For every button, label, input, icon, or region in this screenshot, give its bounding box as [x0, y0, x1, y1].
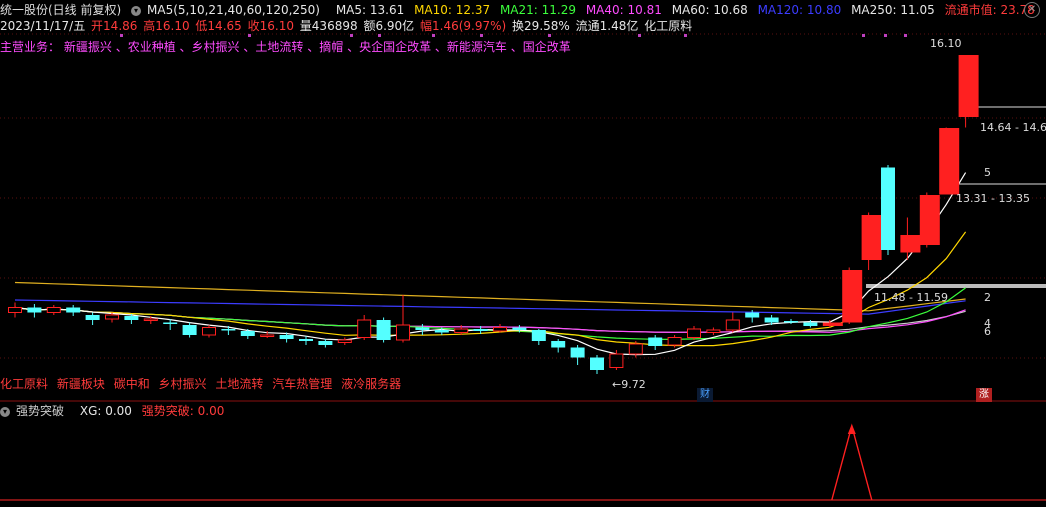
- candle-body: [260, 334, 275, 337]
- candle-body: [46, 307, 61, 313]
- concepts-row: 化工原料 新疆板块 碳中和 乡村振兴 土地流转 汽车热管理 液冷服务器: [0, 376, 406, 392]
- candle-body: [958, 55, 979, 117]
- marker-dot: [904, 34, 907, 37]
- candle-body: [221, 329, 236, 331]
- candle-body: [822, 322, 843, 326]
- concept-tag[interactable]: 土地流转: [215, 377, 263, 391]
- range-label-2: 13.31 - 13.35: [956, 192, 1030, 205]
- candle-body: [124, 316, 139, 320]
- candle-body: [531, 330, 546, 341]
- kline-chart[interactable]: [0, 0, 1046, 507]
- candle-body: [570, 347, 585, 358]
- candle-body: [434, 330, 449, 333]
- high-price-label: 16.10: [930, 37, 962, 50]
- candle-body: [415, 327, 430, 330]
- tag-5: 5: [984, 166, 991, 179]
- indicator-header: ▾ 强势突破 XG: 0.00 强势突破: 0.00: [0, 403, 230, 419]
- candle-body: [202, 327, 216, 336]
- candle-body: [919, 195, 940, 245]
- tag-6: 6: [984, 325, 991, 338]
- candle-body: [764, 317, 779, 323]
- candle-body: [648, 337, 663, 346]
- candle-body: [376, 320, 391, 340]
- ma120-line: [14, 299, 966, 315]
- concept-tag[interactable]: 乡村振兴: [159, 377, 207, 391]
- low-price-value: 9.72: [621, 378, 646, 391]
- candle-body: [687, 328, 701, 338]
- candle-body: [881, 167, 895, 250]
- marker-dot: [432, 34, 435, 37]
- candle-body: [512, 327, 527, 330]
- candle-body: [861, 215, 882, 260]
- candle-body: [725, 319, 740, 331]
- candle-body: [667, 337, 682, 346]
- indicator-name[interactable]: ▾ 强势突破: [0, 404, 70, 418]
- concept-tag[interactable]: 汽车热管理: [272, 377, 332, 391]
- candle-body: [473, 329, 488, 331]
- indicator-pane: [0, 423, 1046, 501]
- marker-dot: [350, 34, 353, 37]
- marker-dot: [548, 34, 551, 37]
- candle-body: [27, 307, 42, 313]
- marker-dot: [862, 34, 865, 37]
- candle-body: [784, 321, 798, 323]
- low-price-label: ←9.72: [612, 378, 646, 391]
- range-label-3: 11.48 - 11.59: [874, 291, 948, 304]
- candle-body: [590, 357, 604, 370]
- candle-body: [337, 339, 352, 343]
- finance-badge[interactable]: 财: [697, 388, 713, 402]
- candle-body: [182, 325, 197, 335]
- candle-body: [900, 235, 921, 253]
- candle-body: [85, 315, 100, 320]
- candle-body: [706, 329, 721, 333]
- marker-dot: [120, 34, 123, 37]
- marker-dot: [378, 34, 381, 37]
- candle-body: [628, 343, 643, 355]
- candle-body: [299, 339, 313, 341]
- candle-body: [279, 335, 294, 339]
- candle-body: [609, 353, 624, 368]
- candle-body: [842, 270, 863, 323]
- candle-body: [357, 319, 372, 338]
- candle-body: [163, 322, 178, 324]
- tag-2: 2: [984, 291, 991, 304]
- candle-body: [240, 331, 255, 336]
- marker-dot: [638, 34, 641, 37]
- signal-value: 强势突破: 0.00: [141, 404, 225, 418]
- candle-body: [318, 341, 333, 345]
- chevron-down-icon[interactable]: ▾: [0, 407, 10, 417]
- limit-up-badge[interactable]: 涨: [976, 388, 992, 402]
- marker-dot: [884, 34, 887, 37]
- marker-dot: [248, 34, 251, 37]
- concept-tag[interactable]: 碳中和: [114, 377, 150, 391]
- candle-body: [803, 322, 818, 326]
- range-label-1: 14.64 - 14.65: [980, 121, 1046, 134]
- candle-body: [745, 312, 760, 318]
- candle-body: [493, 327, 507, 332]
- ma250-line: [14, 281, 966, 312]
- concept-tag[interactable]: 新疆板块: [57, 377, 105, 391]
- xg-signal-arrow: [847, 424, 856, 434]
- candle-body: [143, 318, 158, 321]
- ma10-line: [14, 231, 967, 347]
- concept-tag[interactable]: 液冷服务器: [341, 377, 401, 391]
- moving-average-lines: [14, 172, 967, 356]
- marker-dot: [684, 34, 687, 37]
- xg-signal-spike: [831, 423, 873, 501]
- candle-body: [8, 307, 22, 313]
- xg-value: XG: 0.00: [79, 404, 132, 418]
- candle-body: [454, 328, 469, 333]
- concept-tag[interactable]: 化工原料: [0, 377, 48, 391]
- candle-body: [939, 128, 960, 195]
- candle-body: [105, 314, 119, 320]
- indicator-name-label: 强势突破: [16, 404, 65, 418]
- level-bar: [866, 284, 1046, 288]
- candle-body: [551, 341, 566, 348]
- candle-body: [66, 307, 81, 313]
- candle-body: [396, 324, 410, 341]
- marker-dot: [480, 34, 483, 37]
